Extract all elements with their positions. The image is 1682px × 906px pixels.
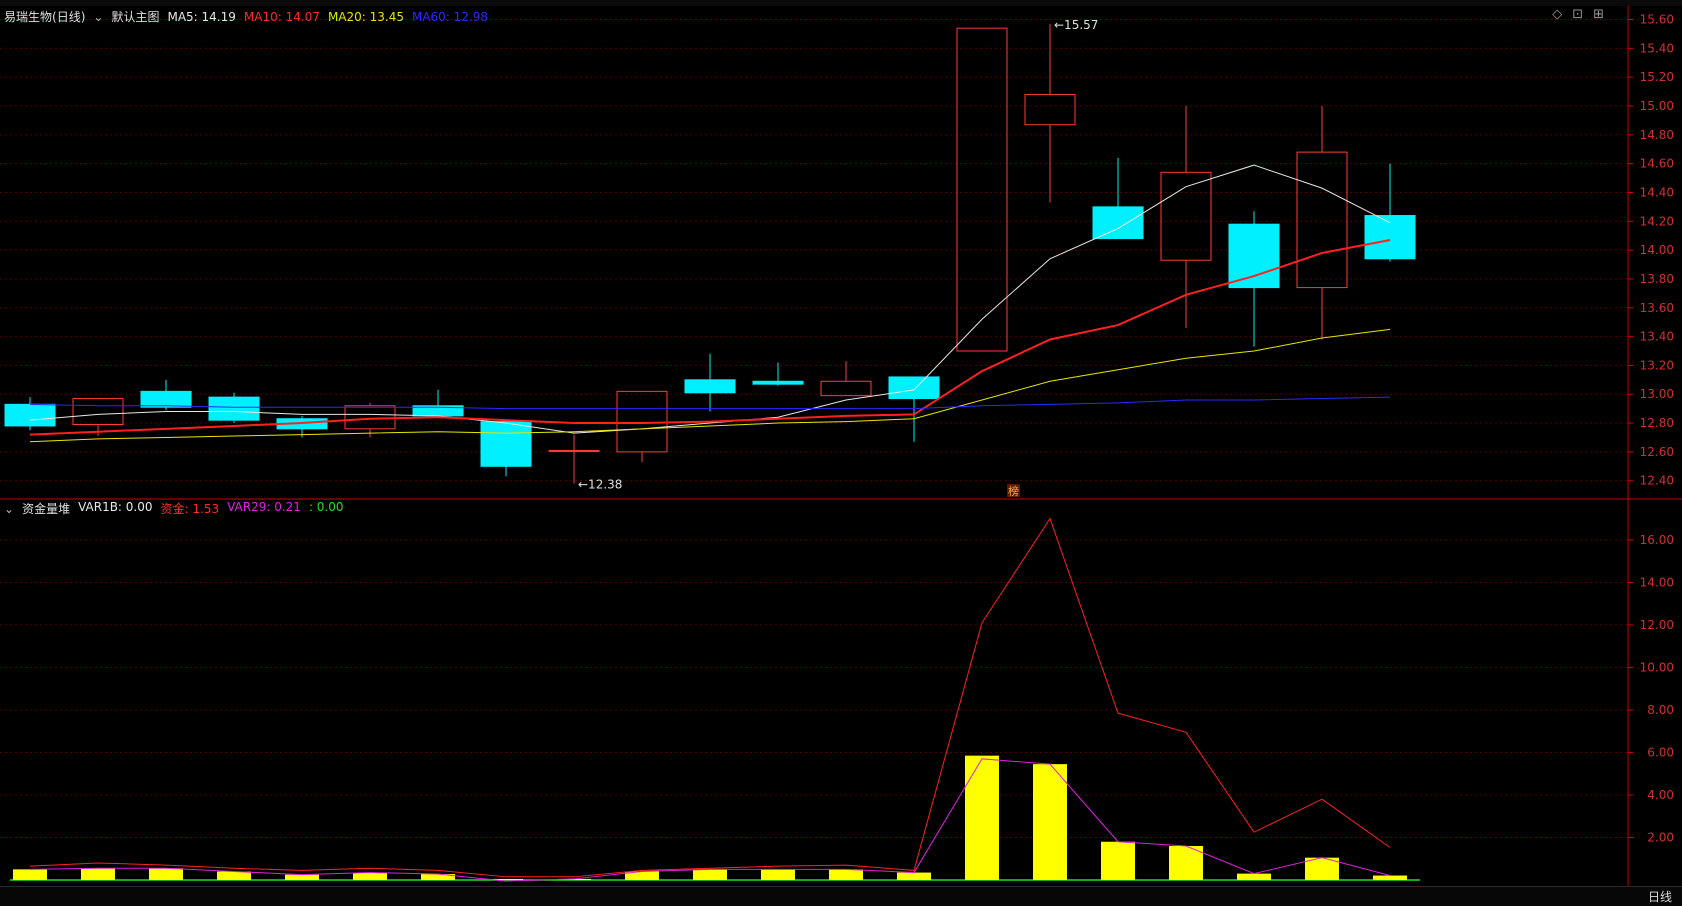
main-tick-label: 15.20	[1640, 70, 1674, 84]
volume-bar	[829, 869, 863, 880]
sub-tick-label: 4.00	[1647, 788, 1674, 802]
main-tick-label: 13.40	[1640, 330, 1674, 344]
ma-legend-ma60: MA60: 12.98	[411, 9, 489, 24]
candle-body	[956, 27, 1008, 352]
candle-body	[888, 376, 940, 400]
candle-body	[72, 398, 124, 426]
sub-tick-label: 16.00	[1640, 533, 1674, 547]
volume-bar	[693, 869, 727, 880]
ma-legend-ma20: MA20: 13.45	[327, 9, 404, 24]
volume-bar	[353, 872, 387, 880]
sub-legend-item-1: 资金: 1.53	[160, 502, 220, 516]
volume-bar	[761, 869, 795, 880]
period-label[interactable]: 日线	[1648, 888, 1672, 905]
chevron-down-icon[interactable]: ⌄	[93, 10, 103, 24]
main-tick-label: 14.40	[1640, 185, 1674, 199]
main-chart-header: 易瑞生物 (日线) ⌄ 默认主图 MA5: 14.19 MA10: 14.07 MA2…	[4, 8, 488, 25]
volume-bar	[149, 868, 183, 880]
volume-bar	[13, 869, 47, 880]
candle-body	[548, 449, 600, 452]
candle-body	[1160, 171, 1212, 261]
main-tick-label: 15.00	[1640, 99, 1674, 113]
volume-bar	[285, 874, 319, 880]
main-tick-label: 15.40	[1640, 41, 1674, 55]
candle-body	[1024, 93, 1076, 126]
volume-bar	[1101, 841, 1135, 880]
candle-body	[752, 380, 804, 385]
main-tick-label: 13.80	[1640, 272, 1674, 286]
sub-tick-label: 6.00	[1647, 745, 1674, 759]
main-tick-label: 14.20	[1640, 214, 1674, 228]
main-chart-label[interactable]: 默认主图	[111, 8, 159, 25]
candle-body	[480, 421, 532, 467]
sub-tick-label: 12.00	[1640, 618, 1674, 632]
grid-icon[interactable]: ⊞	[1593, 7, 1604, 22]
candle-body	[1092, 206, 1144, 240]
volume-bar	[81, 868, 115, 880]
sub-tick-label: 14.00	[1640, 575, 1674, 589]
candle-body	[616, 390, 668, 453]
sub-chart-header: ⌄ 资金量堆 VAR1B: 0.00 资金: 1.53 VAR29: 0.21 : 0…	[4, 500, 344, 517]
main-tick-label: 12.60	[1640, 445, 1674, 459]
candle-body	[208, 396, 260, 421]
sub-legend-item-0: VAR1B: 0.00	[78, 500, 153, 514]
candle-body	[140, 390, 192, 408]
diamond-icon[interactable]: ◇	[1552, 7, 1562, 22]
main-tick-label: 12.40	[1640, 474, 1674, 488]
volume-bar	[1033, 764, 1067, 880]
volume-bar	[217, 871, 251, 880]
sub-indicator-label[interactable]: 资金量堆	[22, 500, 70, 517]
volume-bar	[1237, 873, 1271, 880]
high-annotation: ←15.57	[1054, 18, 1098, 32]
candle-body	[820, 380, 872, 397]
candle-body	[684, 379, 736, 394]
sub-tick-label: 2.00	[1647, 830, 1674, 844]
main-tick-label: 14.00	[1640, 243, 1674, 257]
sub-legend: VAR1B: 0.00 资金: 1.53 VAR29: 0.21 : 0.00	[78, 500, 343, 517]
main-tick-label: 13.00	[1640, 387, 1674, 401]
volume-bar	[965, 755, 999, 880]
candle-body	[4, 403, 56, 427]
sub-tick-label: 10.00	[1640, 660, 1674, 674]
window-icon[interactable]: ⊡	[1572, 7, 1583, 22]
volume-bar	[1373, 875, 1407, 880]
sub-line-0	[29, 517, 1391, 878]
stock-name[interactable]: 易瑞生物	[4, 8, 52, 25]
chart-canvas: 12.40 12.60 12.80 13.00 13.20 13.40 13.60 13.80…	[0, 6, 1682, 902]
main-tick-label: 13.60	[1640, 301, 1674, 315]
ma-legend-ma5: MA5: 14.19	[167, 9, 236, 24]
candle-body	[344, 405, 396, 430]
candle-body	[1296, 151, 1348, 289]
bottom-bar	[0, 886, 1682, 906]
sub-legend-item-3: : 0.00	[308, 500, 344, 514]
chevron-down-icon[interactable]: ⌄	[4, 502, 14, 516]
sub-legend-item-2: VAR29: 0.21	[227, 500, 301, 514]
candle-body	[1364, 215, 1416, 260]
main-tick-label: 13.20	[1640, 358, 1674, 372]
main-tick-label: 15.60	[1640, 13, 1674, 27]
main-tick-label: 14.60	[1640, 157, 1674, 171]
ma-legend-ma10: MA10: 14.07	[243, 9, 320, 24]
marker-label: 榜	[1008, 484, 1019, 498]
stock-period: (日线)	[52, 10, 86, 24]
main-tick-label: 12.80	[1640, 416, 1674, 430]
ma-legend: MA5: 14.19 MA10: 14.07 MA20: 13.45 MA60: 12…	[167, 10, 488, 24]
chart-controls: ◇ ⊡ ⊞	[1552, 7, 1604, 22]
low-annotation: ←12.38	[578, 478, 622, 492]
volume-bar	[897, 872, 931, 880]
main-tick-label: 14.80	[1640, 128, 1674, 142]
candle-body	[1228, 223, 1280, 289]
sub-tick-label: 8.00	[1647, 703, 1674, 717]
